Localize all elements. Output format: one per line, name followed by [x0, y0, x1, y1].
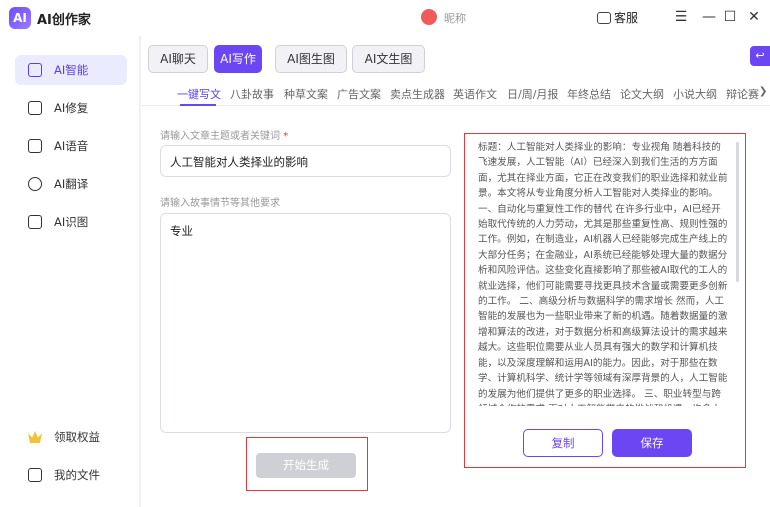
image-recognition-icon — [28, 215, 42, 229]
story-textarea[interactable]: 专业 — [160, 213, 451, 433]
category-product-seeding[interactable]: 种草文案 — [284, 86, 328, 102]
chevron-right-icon[interactable]: ❯ — [759, 86, 767, 97]
maximize-icon[interactable]: ☐ — [721, 8, 739, 26]
category-novel-outline[interactable]: 小说大纲 — [673, 86, 717, 102]
sidebar-item-label: 领取权益 — [54, 430, 100, 444]
sidebar-item-label: AI智能 — [54, 63, 89, 77]
repair-icon — [28, 101, 42, 115]
category-one-click-article[interactable]: 一键写文 — [177, 86, 221, 102]
customer-service-label: 客服 — [614, 11, 639, 25]
category-gossip-story[interactable]: 八卦故事 — [230, 86, 274, 102]
required-mark: * — [283, 131, 289, 142]
menu-icon[interactable]: ☰ — [672, 8, 690, 26]
save-button[interactable]: 保存 — [612, 429, 692, 457]
result-scrollbar[interactable] — [736, 142, 739, 282]
sidebar-item-ai-repair[interactable]: AI修复 — [15, 93, 127, 123]
category-reports[interactable]: 日/周/月报 — [507, 86, 558, 102]
category-ad-copy[interactable]: 广告文案 — [337, 86, 381, 102]
sidebar-item-claim-benefits[interactable]: 领取权益 — [15, 422, 127, 452]
category-selling-point[interactable]: 卖点生成器 — [390, 86, 445, 102]
category-year-end-summary[interactable]: 年终总结 — [567, 86, 611, 102]
sidebar-item-label: AI语音 — [54, 139, 89, 153]
sidebar-item-ai-translate[interactable]: AI翻译 — [15, 169, 127, 199]
tab-ai-text-to-image[interactable]: AI文生图 — [352, 45, 425, 73]
tab-ai-chat[interactable]: AI聊天 — [148, 45, 208, 73]
category-paper-outline[interactable]: 论文大纲 — [620, 86, 664, 102]
avatar[interactable] — [421, 9, 437, 25]
category-debate[interactable]: 辩论赛 — [726, 86, 759, 102]
category-english-essay[interactable]: 英语作文 — [453, 86, 497, 102]
sidebar-item-label: AI识图 — [54, 215, 89, 229]
generate-button[interactable]: 开始生成 — [256, 453, 356, 478]
sidebar-item-ai-voice[interactable]: AI语音 — [15, 131, 127, 161]
topic-input[interactable]: 人工智能对人类择业的影响 — [160, 145, 451, 177]
copy-button[interactable]: 复制 — [523, 429, 603, 457]
category-bar: 一键写文 八卦故事 种草文案 广告文案 卖点生成器 英语作文 日/周/月报 年终… — [141, 80, 770, 106]
user-name[interactable]: 昵称 — [444, 10, 466, 26]
sidebar-item-label: AI修复 — [54, 101, 89, 115]
tab-ai-image-to-image[interactable]: AI图生图 — [275, 45, 347, 73]
crown-icon — [28, 431, 42, 443]
close-icon[interactable]: ✕ — [745, 8, 763, 26]
sidebar-item-ai-smart[interactable]: AI智能 — [15, 55, 127, 85]
voice-icon — [28, 139, 42, 153]
minimize-icon[interactable]: — — [700, 8, 718, 26]
topic-label: 请输入文章主题或者关键词 * — [160, 127, 288, 142]
sidebar-item-ai-image-recognition[interactable]: AI识图 — [15, 207, 127, 237]
topic-label-text: 请输入文章主题或者关键词 — [160, 131, 280, 142]
sidebar-item-my-files[interactable]: 我的文件 — [15, 460, 127, 490]
chat-bubble-icon — [597, 11, 611, 24]
customer-service-button[interactable]: 客服 — [597, 9, 638, 26]
app-logo-icon: AI — [9, 7, 31, 29]
sidebar-item-label: 我的文件 — [54, 468, 100, 482]
result-text: 标题：人工智能对人类择业的影响：专业视角 随着科技的飞速发展，人工智能（AI）已… — [478, 142, 728, 406]
file-icon — [28, 468, 42, 482]
translate-icon — [28, 177, 42, 191]
generate-button-highlight: 开始生成 — [246, 437, 368, 491]
sidebar-item-label: AI翻译 — [54, 177, 89, 191]
result-panel: 标题：人工智能对人类择业的影响：专业视角 随着科技的飞速发展，人工智能（AI）已… — [464, 133, 746, 468]
tab-ai-writing[interactable]: AI写作 — [214, 45, 262, 73]
active-category-underline — [180, 104, 216, 106]
back-icon[interactable]: ↩ — [750, 46, 770, 66]
ai-chip-icon — [28, 63, 42, 77]
sidebar: AI智能 AI修复 AI语音 AI翻译 AI识图 领取权益 我的文件 — [0, 36, 140, 507]
app-title: AI创作家 — [37, 13, 91, 28]
title-bar: AI AI创作家 昵称 客服 ☰ — ☐ ✕ — [0, 0, 770, 36]
story-label: 请输入故事情节等其他要求 — [160, 198, 280, 209]
